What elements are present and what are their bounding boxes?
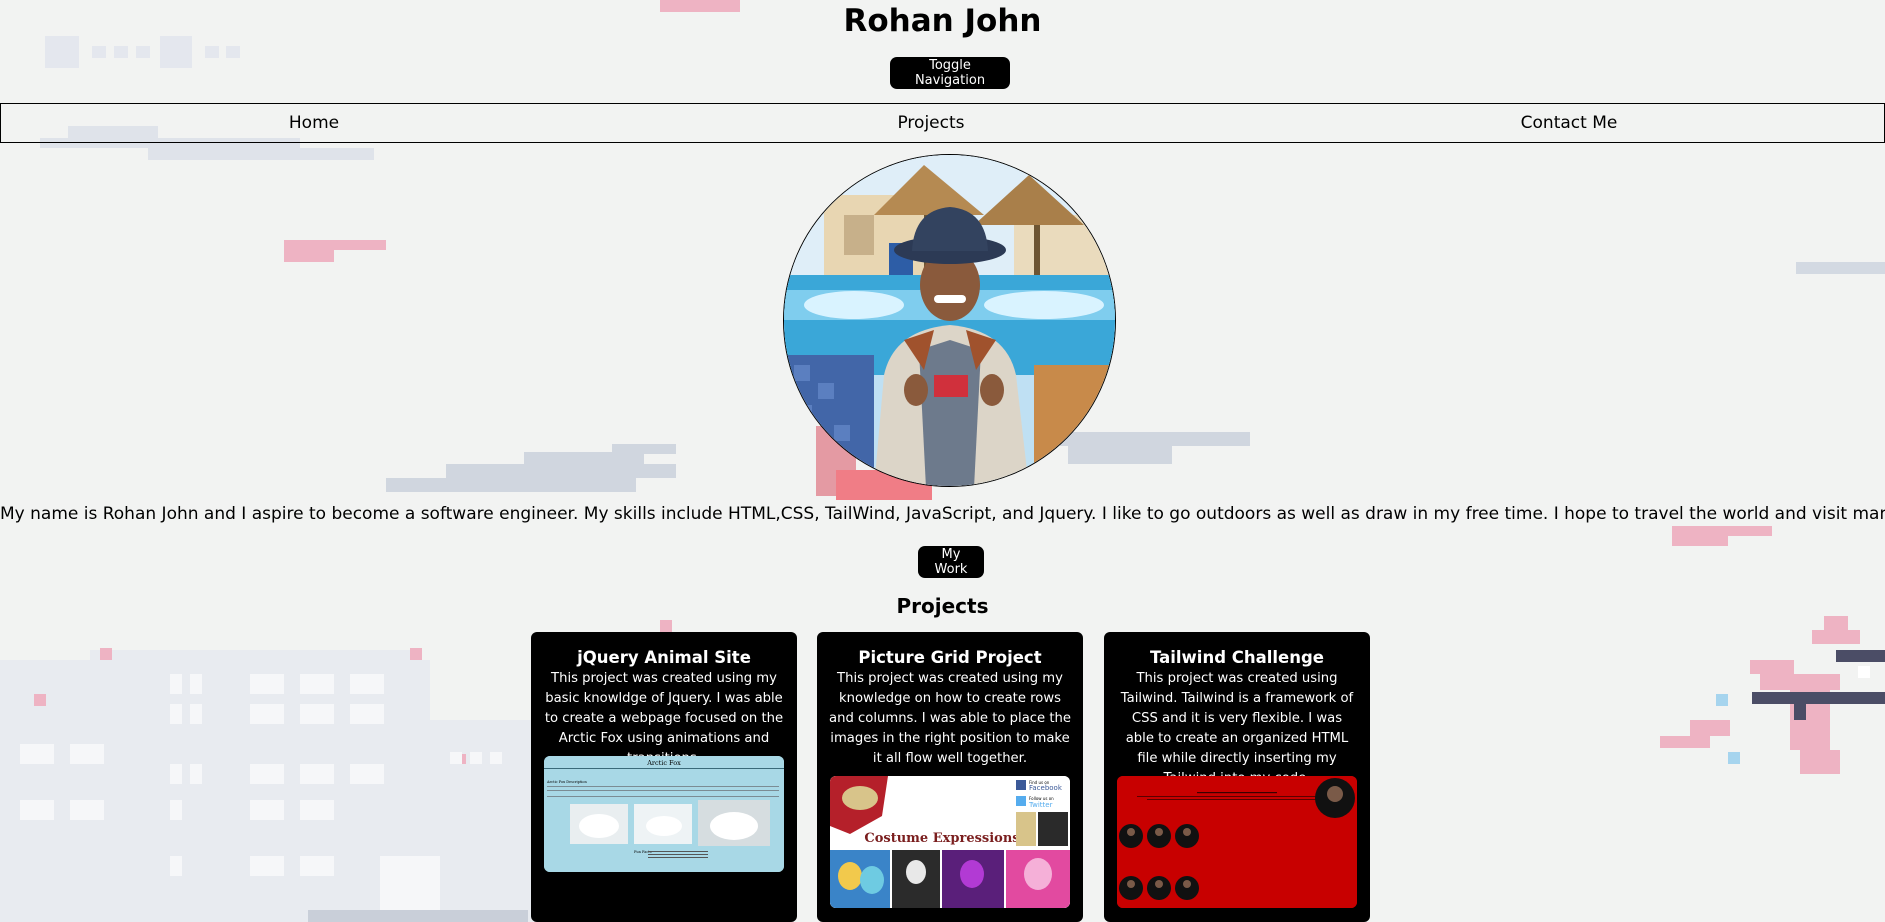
projects-heading: Projects: [896, 594, 989, 618]
nav-link-home[interactable]: Home: [289, 113, 339, 133]
project-card-description: This project was created using my knowle…: [829, 671, 1071, 766]
twitter-label: Twitter: [1028, 801, 1053, 809]
facebook-label: Facebook: [1029, 784, 1063, 792]
main-nav: Home Projects Contact Me: [0, 103, 1885, 143]
nav-link-contact-me[interactable]: Contact Me: [1521, 113, 1618, 133]
page: Rohan John Toggle Navigation Home Projec…: [0, 0, 1885, 922]
twitter-icon: [1016, 796, 1026, 806]
project-card-title: jQuery Animal Site: [577, 648, 751, 667]
jquery-preview-heading: Arctic Fox: [646, 759, 681, 767]
toggle-navigation-button[interactable]: Toggle Navigation: [890, 57, 1010, 89]
bio-text: My name is Rohan John and I aspire to be…: [0, 504, 1885, 524]
nav-link-projects[interactable]: Projects: [897, 113, 964, 133]
project-preview-jquery[interactable]: Arctic Fox Arctic Fox Description Fun Fa…: [544, 756, 784, 872]
my-work-button[interactable]: My Work: [918, 546, 984, 578]
costume-expressions-banner: Costume Expressions: [864, 831, 1019, 846]
site-title: Rohan John: [843, 3, 1042, 39]
profile-photo-illustration: [784, 155, 1115, 486]
jquery-preview-subheading: Arctic Fox Description: [546, 780, 587, 784]
profile-photo: [783, 154, 1116, 487]
project-preview-tailwind[interactable]: [1117, 776, 1357, 908]
project-card-description: This project was created using my basic …: [544, 671, 784, 766]
project-preview-picture-grid[interactable]: Costume Expressions Find us on Facebook …: [830, 776, 1070, 908]
project-card-title: Tailwind Challenge: [1149, 648, 1324, 667]
project-card-tailwind-challenge[interactable]: Tailwind Challenge This project was crea…: [1104, 632, 1370, 922]
project-card-jquery-animal-site[interactable]: jQuery Animal Site This project was crea…: [531, 632, 797, 922]
project-card-title: Picture Grid Project: [858, 648, 1042, 667]
project-card-picture-grid[interactable]: Picture Grid Project This project was cr…: [817, 632, 1083, 922]
picture-grid-preview-illustration: Costume Expressions Find us on Facebook …: [830, 776, 1070, 908]
project-card-description: This project was created using Tailwind.…: [1120, 671, 1354, 786]
tailwind-preview-illustration: [1117, 776, 1357, 908]
jquery-preview-illustration: Arctic Fox Arctic Fox Description Fun Fa…: [544, 756, 784, 872]
facebook-icon: [1016, 780, 1026, 790]
